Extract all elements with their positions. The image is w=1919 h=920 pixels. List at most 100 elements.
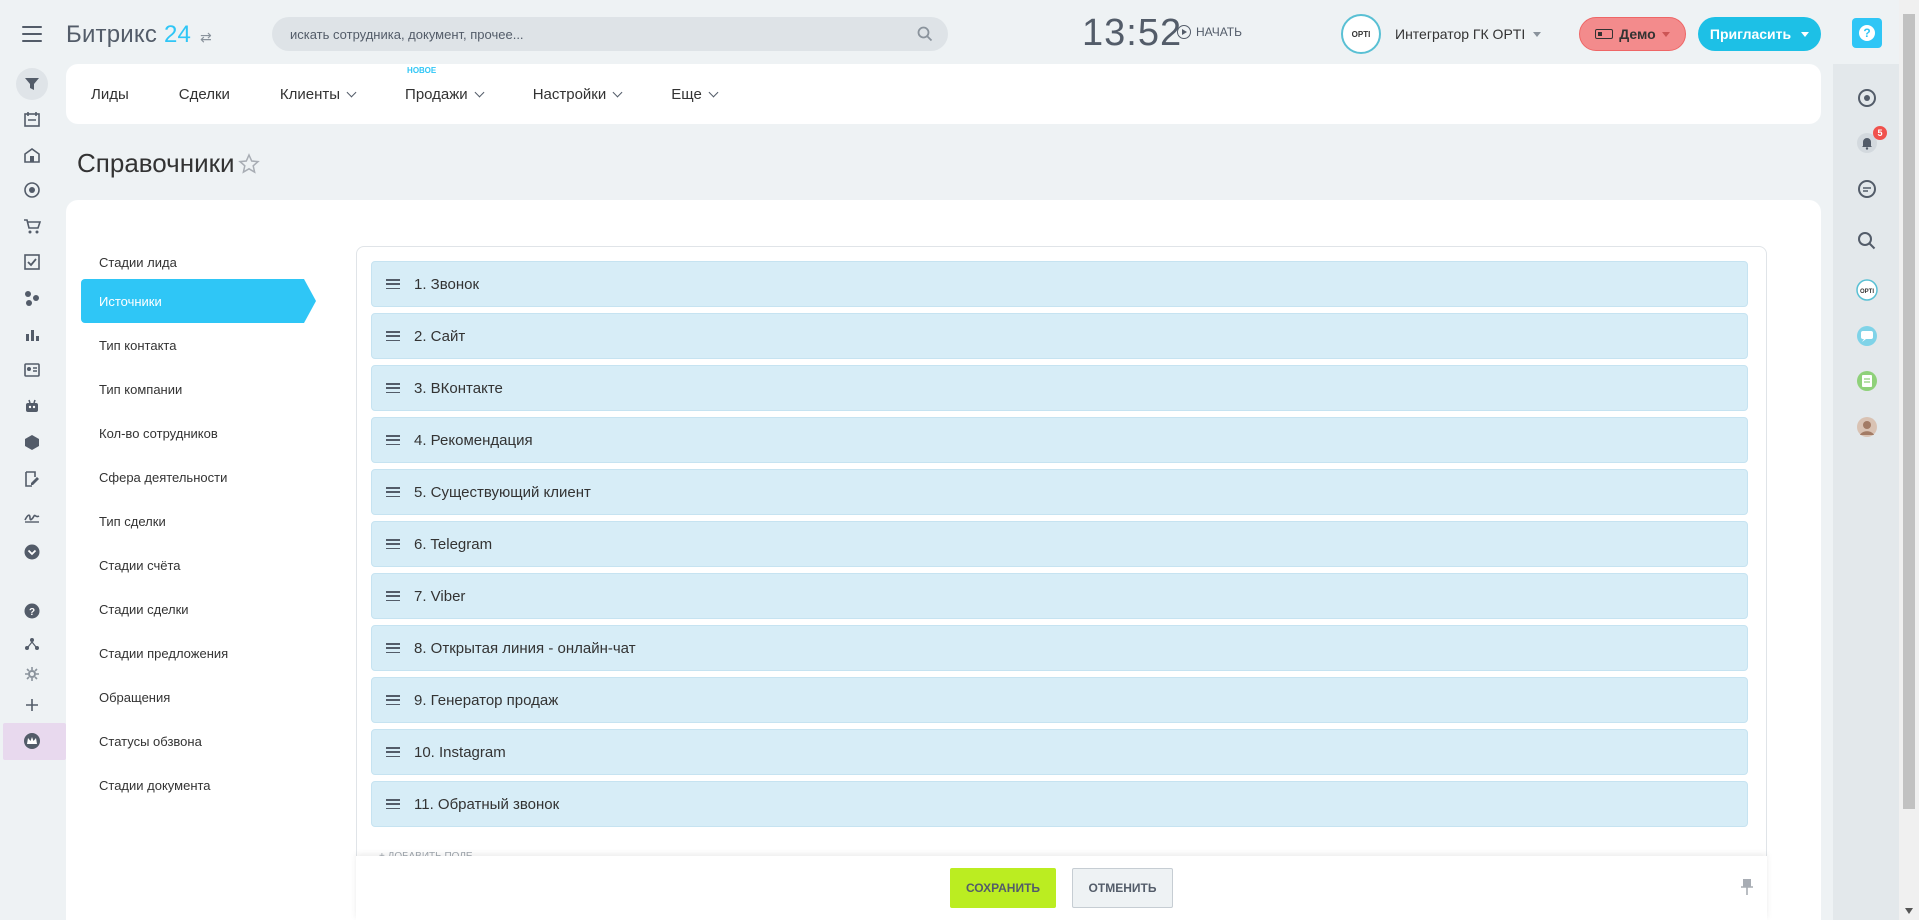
- drag-handle-icon[interactable]: [386, 539, 400, 549]
- save-button[interactable]: СОХРАНИТЬ: [950, 868, 1056, 908]
- nav-item-deals[interactable]: Сделки: [179, 86, 230, 103]
- search-box[interactable]: [272, 17, 948, 51]
- nav-item-leads[interactable]: Лиды: [91, 86, 129, 103]
- list-item[interactable]: 5. Существующий клиент: [371, 469, 1748, 515]
- list-item[interactable]: 9. Генератор продаж: [371, 677, 1748, 723]
- chevron-down-icon: [474, 87, 485, 97]
- side-item-deal-stages[interactable]: Стадии сделки: [81, 587, 315, 631]
- analytics-bars-icon[interactable]: [21, 323, 43, 345]
- box-icon[interactable]: [21, 431, 43, 453]
- drag-handle-icon[interactable]: [386, 695, 400, 705]
- switch-arrows-icon[interactable]: ⇄: [200, 29, 212, 46]
- user-avatar[interactable]: OPTI: [1341, 14, 1381, 54]
- list-item[interactable]: 1. Звонок: [371, 261, 1748, 307]
- drag-handle-icon[interactable]: [386, 487, 400, 497]
- add-plus-icon[interactable]: [21, 694, 43, 716]
- side-item-document-stages[interactable]: Стадии документа: [81, 763, 315, 807]
- search-icon[interactable]: [916, 25, 934, 43]
- nav-label: Лиды: [91, 85, 129, 103]
- menu-hamburger-icon[interactable]: [22, 26, 42, 42]
- side-item-invoice-stages[interactable]: Стадии счёта: [81, 543, 315, 587]
- drag-handle-icon[interactable]: [386, 799, 400, 809]
- search-input[interactable]: [290, 26, 930, 42]
- checklist-icon[interactable]: [21, 251, 43, 273]
- logo-text: Битрикс: [66, 21, 158, 48]
- drag-handle-icon[interactable]: [386, 383, 400, 393]
- nav-item-settings[interactable]: Настройки: [533, 86, 623, 103]
- network-icon[interactable]: [21, 287, 43, 309]
- help-button[interactable]: ?: [1852, 18, 1882, 48]
- list-item-label: 3. ВКонтакте: [414, 379, 503, 397]
- side-item-lead-stages[interactable]: Стадии лида: [81, 240, 315, 284]
- start-workday-button[interactable]: НАЧАТЬ: [1177, 25, 1242, 39]
- scrollbar-thumb[interactable]: [1903, 14, 1915, 809]
- document-edit-icon[interactable]: [21, 468, 43, 490]
- list-item[interactable]: 7. Viber: [371, 573, 1748, 619]
- company-building-icon[interactable]: [21, 144, 43, 166]
- form-footer-bar: СОХРАНИТЬ ОТМЕНИТЬ: [356, 856, 1767, 920]
- company-avatar-icon[interactable]: OPTI: [1853, 276, 1881, 304]
- page-scrollbar[interactable]: [1899, 0, 1919, 920]
- drag-handle-icon[interactable]: [386, 591, 400, 601]
- settings-gear-icon[interactable]: [21, 663, 43, 685]
- pin-icon[interactable]: [1740, 878, 1754, 896]
- user-photo-avatar[interactable]: [1853, 413, 1881, 441]
- invite-button[interactable]: Пригласить: [1698, 17, 1821, 51]
- side-item-employees-count[interactable]: Кол-во сотрудников: [81, 411, 315, 455]
- demo-button[interactable]: Демо: [1579, 17, 1686, 51]
- chat-bubble-icon[interactable]: [1853, 322, 1881, 350]
- signature-icon[interactable]: [21, 504, 43, 526]
- side-item-sources[interactable]: Источники: [81, 279, 316, 323]
- crown-icon[interactable]: [21, 730, 43, 752]
- nav-item-more[interactable]: Еще: [671, 86, 719, 103]
- messenger-icon[interactable]: [1853, 175, 1881, 203]
- list-item[interactable]: 4. Рекомендация: [371, 417, 1748, 463]
- list-item[interactable]: 11. Обратный звонок: [371, 781, 1748, 827]
- list-item-label: 1. Звонок: [414, 275, 480, 293]
- side-item-salutations[interactable]: Обращения: [81, 675, 315, 719]
- nav-item-clients[interactable]: Клиенты: [280, 86, 357, 103]
- side-item-company-type[interactable]: Тип компании: [81, 367, 315, 411]
- list-item[interactable]: 8. Открытая линия - онлайн-чат: [371, 625, 1748, 671]
- page-title: Справочники: [77, 148, 235, 178]
- search-icon[interactable]: [1853, 227, 1881, 255]
- drag-handle-icon[interactable]: [386, 279, 400, 289]
- cancel-button[interactable]: ОТМЕНИТЬ: [1072, 868, 1173, 908]
- tasks-calendar-icon[interactable]: [21, 108, 43, 130]
- drag-handle-icon[interactable]: [386, 643, 400, 653]
- list-item[interactable]: 10. Instagram: [371, 729, 1748, 775]
- drag-handle-icon[interactable]: [386, 747, 400, 757]
- list-item-label: 2. Сайт: [414, 327, 466, 345]
- list-item[interactable]: 2. Сайт: [371, 313, 1748, 359]
- nav-item-sales[interactable]: НОВОЕ Продажи: [405, 66, 485, 103]
- side-item-label: Обращения: [99, 689, 171, 705]
- favorite-star-icon[interactable]: [238, 153, 260, 175]
- side-item-call-statuses[interactable]: Статусы обзвона: [81, 719, 315, 763]
- bitrix24-logo[interactable]: Битрикс 24: [66, 21, 191, 49]
- contact-card-icon[interactable]: [21, 359, 43, 381]
- user-menu[interactable]: Интегратор ГК OPTI: [1395, 26, 1542, 42]
- crm-funnel-icon[interactable]: [21, 73, 43, 95]
- shop-cart-icon[interactable]: [21, 215, 43, 237]
- drag-handle-icon[interactable]: [386, 435, 400, 445]
- side-item-industry[interactable]: Сфера деятельности: [81, 455, 315, 499]
- side-item-label: Тип контакта: [99, 337, 177, 353]
- notes-icon[interactable]: [1853, 367, 1881, 395]
- copilot-icon[interactable]: [1853, 84, 1881, 112]
- side-item-deal-type[interactable]: Тип сделки: [81, 499, 315, 543]
- sources-list-panel: 1. Звонок 2. Сайт 3. ВКонтакте 4. Рекоме…: [356, 246, 1767, 920]
- more-chevron-icon[interactable]: [21, 541, 43, 563]
- side-item-quote-stages[interactable]: Стадии предложения: [81, 631, 315, 675]
- side-item-contact-type[interactable]: Тип контакта: [81, 323, 315, 367]
- target-icon[interactable]: [21, 179, 43, 201]
- drag-handle-icon[interactable]: [386, 331, 400, 341]
- help-circle-icon[interactable]: ?: [21, 600, 43, 622]
- structure-icon[interactable]: [21, 633, 43, 655]
- list-item[interactable]: 6. Telegram: [371, 521, 1748, 567]
- side-item-label: Стадии счёта: [99, 557, 181, 573]
- scroll-down-arrow[interactable]: [1905, 908, 1913, 914]
- list-item[interactable]: 3. ВКонтакте: [371, 365, 1748, 411]
- chevron-down-icon: [708, 87, 719, 97]
- chevron-down-icon: [612, 87, 623, 97]
- robot-icon[interactable]: [21, 395, 43, 417]
